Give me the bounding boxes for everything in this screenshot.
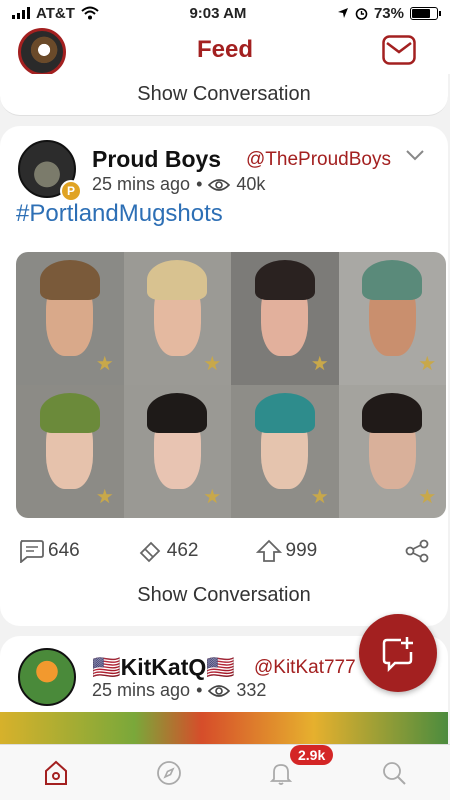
mugshot-5	[16, 385, 124, 518]
carrier-label: AT&T	[36, 4, 75, 22]
post-author-handle[interactable]: @KitKat777	[254, 657, 356, 679]
mugshot-4	[338, 252, 446, 385]
battery-icon	[409, 6, 441, 20]
post-meta: 25 mins ago • 332	[92, 680, 266, 701]
post-hashtag[interactable]: #PortlandMugshots	[16, 200, 223, 228]
previous-post-footer: Show Conversation	[0, 74, 448, 116]
messages-icon[interactable]	[382, 35, 416, 65]
comment-count: 646	[48, 540, 80, 561]
mugshot-8	[338, 385, 446, 518]
top-navigation: Feed	[0, 26, 450, 76]
compass-icon	[156, 760, 181, 785]
post-card: P Proud Boys @TheProudBoys 25 mins ago •…	[0, 126, 448, 626]
home-icon	[45, 760, 68, 785]
battery-percent: 73%	[373, 4, 404, 22]
compose-button[interactable]	[359, 614, 437, 692]
post-time: 25 mins ago	[92, 680, 191, 700]
like-icon	[139, 541, 161, 563]
mugshot-3	[231, 252, 339, 385]
status-right: 73%	[337, 4, 441, 22]
eye-icon	[208, 684, 231, 697]
signal-icon	[12, 7, 30, 19]
mugshot-7	[231, 385, 339, 518]
tab-home[interactable]	[41, 758, 71, 788]
status-time: 9:03 AM	[189, 4, 247, 22]
tab-notifications[interactable]	[266, 758, 296, 788]
post-image[interactable]	[0, 712, 448, 746]
post-author-name[interactable]: 🇺🇸KitKatQ🇺🇸	[92, 654, 235, 681]
profile-avatar[interactable]	[18, 28, 66, 76]
post-image[interactable]	[16, 252, 446, 518]
show-conversation-link[interactable]: Show Conversation	[137, 83, 310, 106]
show-conversation-link[interactable]: Show Conversation	[0, 584, 448, 607]
eye-icon	[208, 178, 231, 191]
wifi-icon	[81, 6, 99, 20]
share-button[interactable]	[404, 539, 430, 563]
search-icon	[382, 761, 406, 785]
tab-explore[interactable]	[154, 758, 184, 788]
tab-search[interactable]	[379, 758, 409, 788]
post-views: 332	[236, 680, 267, 700]
meta-separator: •	[196, 174, 203, 194]
meta-separator: •	[196, 680, 203, 700]
mugshot-2	[123, 252, 231, 385]
location-icon	[337, 8, 348, 18]
status-bar: AT&T 9:03 AM 73%	[0, 0, 450, 26]
post-views: 40k	[236, 174, 266, 194]
chevron-down-icon[interactable]	[406, 148, 424, 162]
comment-button[interactable]: 646	[18, 539, 137, 563]
post-time: 25 mins ago	[92, 174, 191, 194]
repost-icon	[255, 539, 282, 562]
compose-icon	[382, 637, 413, 672]
post-meta: 25 mins ago • 40k	[92, 174, 265, 195]
bottom-tab-bar	[0, 744, 450, 800]
mugshot-6	[123, 385, 231, 518]
like-count: 462	[166, 540, 199, 561]
post-author-avatar[interactable]	[18, 648, 76, 706]
repost-button[interactable]: 999	[255, 539, 404, 563]
share-icon	[405, 539, 429, 563]
post-actions: 646 462 999	[0, 534, 448, 568]
repost-count: 999	[285, 540, 318, 561]
status-left: AT&T	[12, 5, 99, 22]
alarm-icon	[355, 7, 368, 20]
post-author-name[interactable]: Proud Boys	[92, 146, 221, 173]
notification-count-badge: 2.9k	[290, 745, 334, 765]
page-title: Feed	[196, 36, 253, 63]
post-author-handle[interactable]: @TheProudBoys	[246, 149, 391, 171]
verified-badge: P	[60, 180, 82, 202]
comment-icon	[20, 540, 44, 563]
bell-icon	[270, 763, 293, 785]
like-button[interactable]: 462	[137, 539, 256, 563]
mugshot-1	[16, 252, 124, 385]
